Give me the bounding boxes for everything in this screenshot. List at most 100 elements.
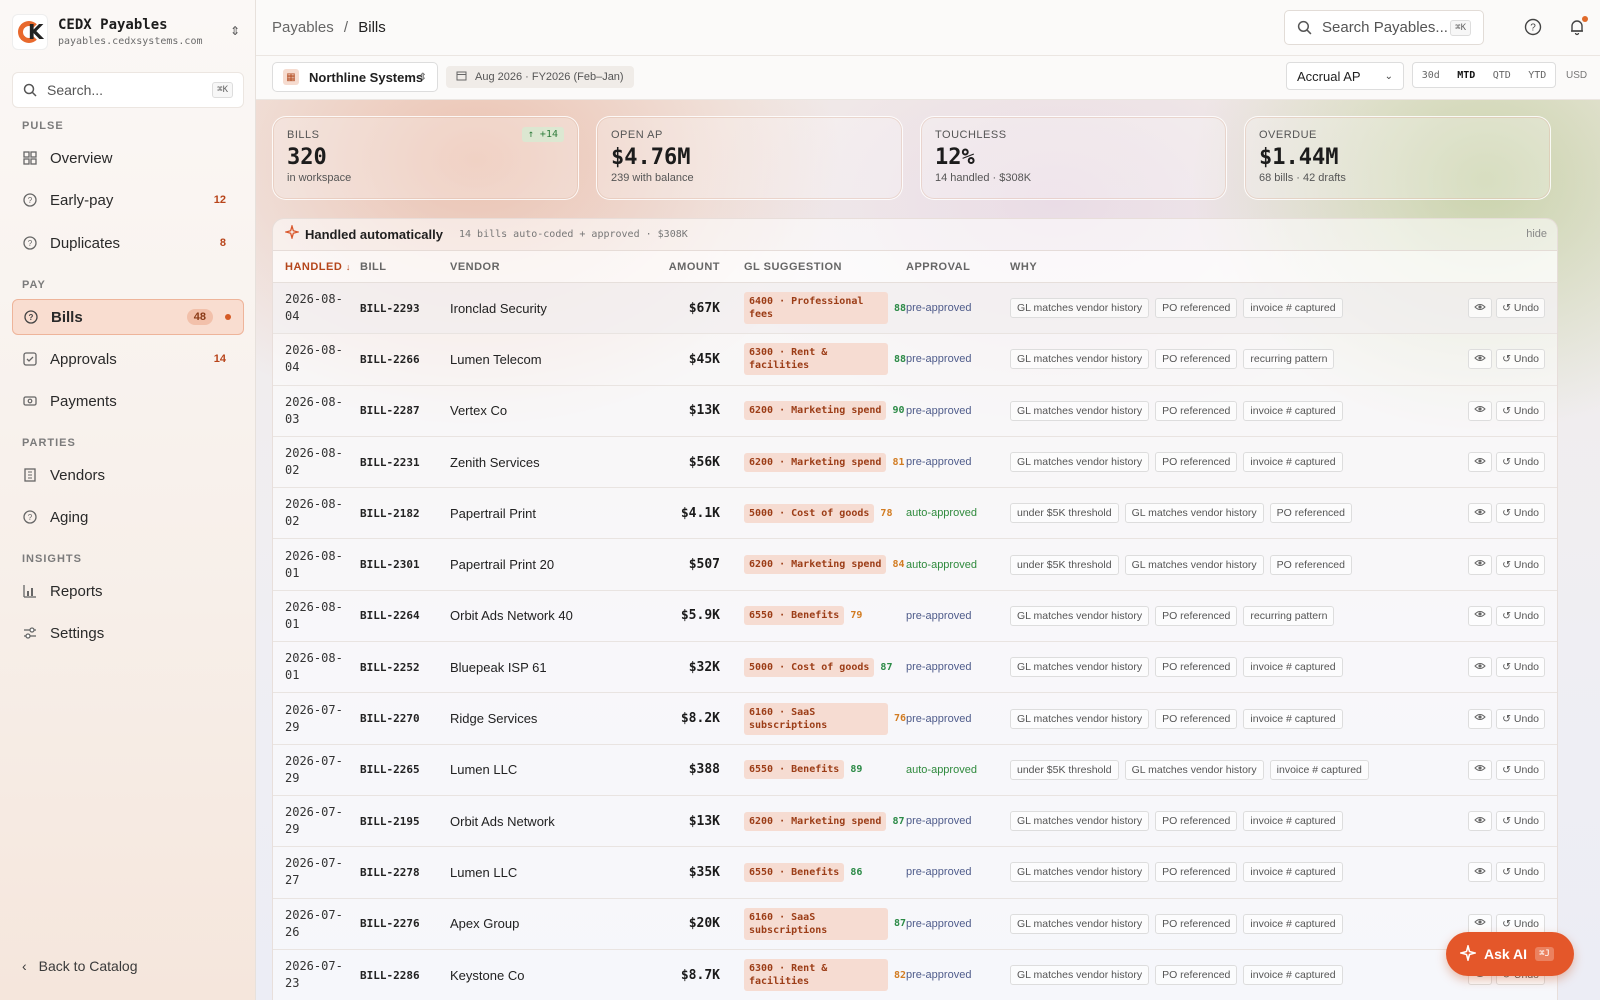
view-button[interactable] — [1468, 554, 1493, 575]
kpi-overdue[interactable]: OVERDUE $1.44M 68 bills · 42 drafts — [1244, 116, 1551, 200]
col-why[interactable]: WHY — [1010, 261, 1037, 273]
gl-suggestion[interactable]: 6550 · Benefits 89 — [720, 760, 906, 780]
gl-suggestion[interactable]: 6200 · Marketing spend 87 — [720, 811, 906, 831]
view-button[interactable] — [1468, 759, 1493, 780]
gl-suggestion[interactable]: 6400 · Professional fees 88 — [720, 292, 906, 325]
view-button[interactable] — [1468, 811, 1493, 832]
gl-suggestion[interactable]: 6200 · Marketing spend 81 — [720, 452, 906, 472]
undo-button[interactable]: ↺Undo — [1496, 298, 1545, 319]
vendor-name[interactable]: Lumen LLC — [450, 865, 632, 880]
table-row[interactable]: 2026-07-23 BILL-2286 Keystone Co $8.7K 6… — [273, 950, 1557, 1000]
view-button[interactable] — [1468, 657, 1493, 678]
gl-suggestion[interactable]: 6200 · Marketing spend 84 — [720, 555, 906, 575]
back-to-catalog-link[interactable]: ‹ Back to Catalog — [22, 958, 138, 974]
table-row[interactable]: 2026-07-29 BILL-2265 Lumen LLC $388 6550… — [273, 745, 1557, 796]
sidebar-item-settings[interactable]: Settings — [12, 615, 244, 651]
undo-button[interactable]: ↺Undo — [1496, 349, 1545, 370]
gl-suggestion[interactable]: 5000 · Cost of goods 87 — [720, 657, 906, 677]
sidebar-item-earlypay[interactable]: ? Early-pay 12 — [12, 182, 244, 218]
range-30d[interactable]: 30d — [1422, 70, 1440, 81]
gl-suggestion[interactable]: 6550 · Benefits 79 — [720, 606, 906, 626]
table-row[interactable]: 2026-08-04 BILL-2293 Ironclad Security $… — [273, 283, 1557, 335]
vendor-name[interactable]: Vertex Co — [450, 403, 632, 418]
vendor-name[interactable]: Zenith Services — [450, 455, 632, 470]
range-qtd[interactable]: QTD — [1493, 70, 1511, 81]
table-row[interactable]: 2026-07-27 BILL-2278 Lumen LLC $35K 6550… — [273, 847, 1557, 899]
bill-id[interactable]: BILL-2266 — [360, 353, 450, 366]
sidebar-item-payments[interactable]: Payments — [12, 383, 244, 419]
table-row[interactable]: 2026-08-01 BILL-2264 Orbit Ads Network 4… — [273, 591, 1557, 643]
kpi-open-ap[interactable]: OPEN AP $4.76M 239 with balance — [596, 116, 903, 200]
sidebar-item-reports[interactable]: Reports — [12, 573, 244, 609]
sidebar-item-vendors[interactable]: Vendors — [12, 457, 244, 493]
vendor-name[interactable]: Ridge Services — [450, 711, 632, 726]
bill-id[interactable]: BILL-2182 — [360, 507, 450, 520]
gl-suggestion[interactable]: 5000 · Cost of goods 78 — [720, 503, 906, 523]
gl-suggestion[interactable]: 6200 · Marketing spend 90 — [720, 401, 906, 421]
view-button[interactable] — [1468, 298, 1493, 319]
table-row[interactable]: 2026-07-29 BILL-2195 Orbit Ads Network $… — [273, 796, 1557, 848]
table-row[interactable]: 2026-08-02 BILL-2231 Zenith Services $56… — [273, 437, 1557, 489]
undo-button[interactable]: ↺Undo — [1496, 452, 1545, 473]
bill-id[interactable]: BILL-2270 — [360, 712, 450, 725]
vendor-name[interactable]: Lumen Telecom — [450, 352, 632, 367]
undo-button[interactable]: ↺Undo — [1496, 554, 1545, 575]
undo-button[interactable]: ↺Undo — [1496, 811, 1545, 832]
hide-panel-link[interactable]: hide — [1526, 228, 1547, 240]
bill-id[interactable]: BILL-2276 — [360, 917, 450, 930]
sidebar-item-duplicates[interactable]: ? Duplicates 8 — [12, 225, 244, 261]
table-row[interactable]: 2026-08-01 BILL-2252 Bluepeak ISP 61 $32… — [273, 642, 1557, 694]
view-button[interactable] — [1468, 400, 1493, 421]
bill-id[interactable]: BILL-2265 — [360, 763, 450, 776]
bill-id[interactable]: BILL-2287 — [360, 404, 450, 417]
sidebar-search-input[interactable]: Search... ⌘K — [12, 72, 244, 108]
table-row[interactable]: 2026-08-02 BILL-2182 Papertrail Print $4… — [273, 488, 1557, 540]
table-row[interactable]: 2026-07-26 BILL-2276 Apex Group $20K 616… — [273, 899, 1557, 950]
col-handled[interactable]: HANDLED ↓ — [273, 261, 360, 273]
period-chip[interactable]: Aug 2026 · FY2026 (Feb–Jan) — [446, 66, 634, 88]
range-mtd[interactable]: MTD — [1457, 70, 1475, 81]
col-amount[interactable]: AMOUNT — [632, 261, 720, 273]
vendor-name[interactable]: Apex Group — [450, 916, 632, 931]
bill-id[interactable]: BILL-2252 — [360, 661, 450, 674]
kpi-bills[interactable]: BILLS 320 in workspace ↑ +14 — [272, 116, 579, 200]
view-button[interactable] — [1468, 913, 1493, 934]
gl-suggestion[interactable]: 6160 · SaaS subscriptions 87 — [720, 907, 906, 940]
undo-button[interactable]: ↺Undo — [1496, 759, 1545, 780]
view-button[interactable] — [1468, 452, 1493, 473]
vendor-name[interactable]: Ironclad Security — [450, 301, 632, 316]
workspace-switcher[interactable]: K CEDX Payables payables.cedxsystems.com… — [12, 12, 244, 52]
view-button[interactable] — [1468, 503, 1493, 524]
table-row[interactable]: 2026-08-01 BILL-2301 Papertrail Print 20… — [273, 539, 1557, 591]
kpi-touchless[interactable]: TOUCHLESS 12% 14 handled · $308K — [920, 116, 1227, 200]
gl-suggestion[interactable]: 6300 · Rent & facilities 88 — [720, 343, 906, 376]
bill-id[interactable]: BILL-2278 — [360, 866, 450, 879]
table-row[interactable]: 2026-07-29 BILL-2270 Ridge Services $8.2… — [273, 693, 1557, 745]
table-row[interactable]: 2026-08-03 BILL-2287 Vertex Co $13K 6200… — [273, 386, 1557, 437]
undo-button[interactable]: ↺Undo — [1496, 708, 1545, 729]
accounting-basis-select[interactable]: Accrual AP ⌄ — [1286, 62, 1404, 90]
sidebar-item-overview[interactable]: Overview — [12, 140, 244, 176]
vendor-name[interactable]: Bluepeak ISP 61 — [450, 660, 632, 675]
view-button[interactable] — [1468, 349, 1493, 370]
undo-button[interactable]: ↺Undo — [1496, 862, 1545, 883]
table-row[interactable]: 2026-08-04 BILL-2266 Lumen Telecom $45K … — [273, 334, 1557, 386]
bill-id[interactable]: BILL-2195 — [360, 815, 450, 828]
undo-button[interactable]: ↺Undo — [1496, 503, 1545, 524]
bill-id[interactable]: BILL-2286 — [360, 969, 450, 982]
undo-button[interactable]: ↺Undo — [1496, 400, 1545, 421]
help-icon[interactable]: ? — [1524, 18, 1542, 41]
vendor-name[interactable]: Orbit Ads Network 40 — [450, 608, 632, 623]
vendor-name[interactable]: Lumen LLC — [450, 762, 632, 777]
bill-id[interactable]: BILL-2301 — [360, 558, 450, 571]
undo-button[interactable]: ↺Undo — [1496, 913, 1545, 934]
vendor-name[interactable]: Keystone Co — [450, 968, 632, 983]
ask-ai-button[interactable]: Ask AI ⌘J — [1446, 932, 1574, 976]
vendor-name[interactable]: Papertrail Print 20 — [450, 557, 632, 572]
bill-id[interactable]: BILL-2293 — [360, 302, 450, 315]
bell-icon[interactable] — [1568, 16, 1588, 41]
gl-suggestion[interactable]: 6300 · Rent & facilities 82 — [720, 959, 906, 991]
vendor-name[interactable]: Papertrail Print — [450, 506, 632, 521]
undo-button[interactable]: ↺Undo — [1496, 605, 1545, 626]
view-button[interactable] — [1468, 862, 1493, 883]
